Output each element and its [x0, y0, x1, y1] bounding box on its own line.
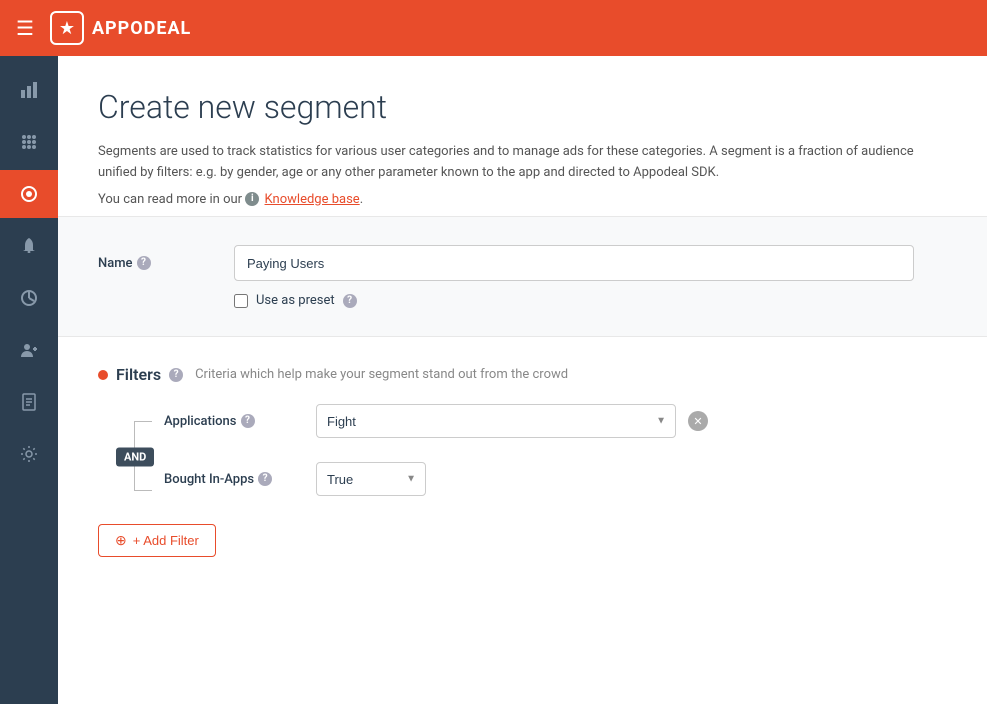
preset-checkbox[interactable] — [234, 294, 248, 308]
name-help-icon[interactable]: ? — [137, 256, 151, 270]
knowledge-base-link[interactable]: Knowledge base — [265, 192, 360, 207]
name-label: Name ? — [98, 256, 218, 271]
reports-icon — [19, 288, 39, 308]
logo-box: ★ — [50, 11, 84, 45]
segments-icon — [19, 184, 39, 204]
sidebar-item-settings[interactable] — [0, 430, 58, 478]
applications-help-icon[interactable]: ? — [241, 414, 255, 428]
description-2: You can read more in our i Knowledge bas… — [98, 190, 918, 211]
preset-help-icon[interactable]: ? — [343, 294, 357, 308]
filter-group: AND Applications ? Fight — [114, 404, 947, 508]
apps-icon — [19, 132, 39, 152]
applications-select-container: Fight All Applications — [316, 404, 676, 438]
menu-icon[interactable]: ☰ — [16, 16, 34, 40]
users-icon — [19, 340, 39, 360]
description-text: You can read more in our — [98, 192, 242, 207]
bought-select[interactable]: True False — [316, 462, 426, 496]
page-title: Create new segment — [98, 88, 947, 126]
add-filter-icon: ⊕ — [115, 532, 127, 549]
bought-label: Bought In-Apps ? — [164, 472, 304, 487]
filters-header: Filters ? Criteria which help make your … — [98, 365, 947, 384]
preset-label: Use as preset — [256, 293, 335, 308]
sidebar-item-users[interactable] — [0, 326, 58, 374]
filters-bullet — [98, 370, 108, 380]
sidebar-item-reports[interactable] — [0, 274, 58, 322]
logo: ★ APPODEAL — [50, 11, 191, 45]
add-filter-label: + Add Filter — [133, 533, 199, 548]
documents-icon — [19, 392, 39, 412]
bracket-connector: AND — [114, 404, 164, 508]
filters-desc: Criteria which help make your segment st… — [195, 367, 568, 382]
filter-rows: Applications ? Fight All Applications ✕ — [164, 404, 708, 508]
add-filter-button[interactable]: ⊕ + Add Filter — [98, 524, 216, 557]
sidebar-item-analytics[interactable] — [0, 66, 58, 114]
name-form-row: Name ? — [98, 245, 947, 281]
name-input[interactable] — [234, 245, 914, 281]
bought-help-icon[interactable]: ? — [258, 472, 272, 486]
sidebar-item-apps[interactable] — [0, 118, 58, 166]
logo-star-icon: ★ — [59, 18, 75, 39]
description-end: . — [360, 192, 363, 207]
applications-filter-row: Applications ? Fight All Applications ✕ — [164, 404, 708, 438]
description-1: Segments are used to track statistics fo… — [98, 142, 918, 184]
sidebar-item-documents[interactable] — [0, 378, 58, 426]
main-content: Create new segment Segments are used to … — [58, 56, 987, 704]
applications-label: Applications ? — [164, 414, 304, 429]
topbar: ☰ ★ APPODEAL — [0, 0, 987, 56]
and-badge: AND — [116, 448, 154, 467]
notifications-icon — [19, 236, 39, 256]
applications-select[interactable]: Fight All Applications — [316, 404, 676, 438]
info-icon: i — [245, 192, 259, 206]
layout: Create new segment Segments are used to … — [0, 56, 987, 704]
preset-row: Use as preset ? — [234, 293, 947, 308]
filters-title: Filters — [116, 365, 161, 384]
filters-help-icon[interactable]: ? — [169, 368, 183, 382]
settings-icon — [19, 444, 39, 464]
bought-filter-row: Bought In-Apps ? True False — [164, 462, 708, 496]
applications-clear-button[interactable]: ✕ — [688, 411, 708, 431]
sidebar-item-notifications[interactable] — [0, 222, 58, 270]
analytics-icon — [19, 80, 39, 100]
form-section: Name ? Use as preset ? — [58, 216, 987, 337]
logo-text: APPODEAL — [92, 18, 191, 39]
sidebar-item-segments[interactable] — [0, 170, 58, 218]
sidebar — [0, 56, 58, 704]
bought-select-container: True False — [316, 462, 426, 496]
filters-section: Filters ? Criteria which help make your … — [98, 337, 947, 557]
